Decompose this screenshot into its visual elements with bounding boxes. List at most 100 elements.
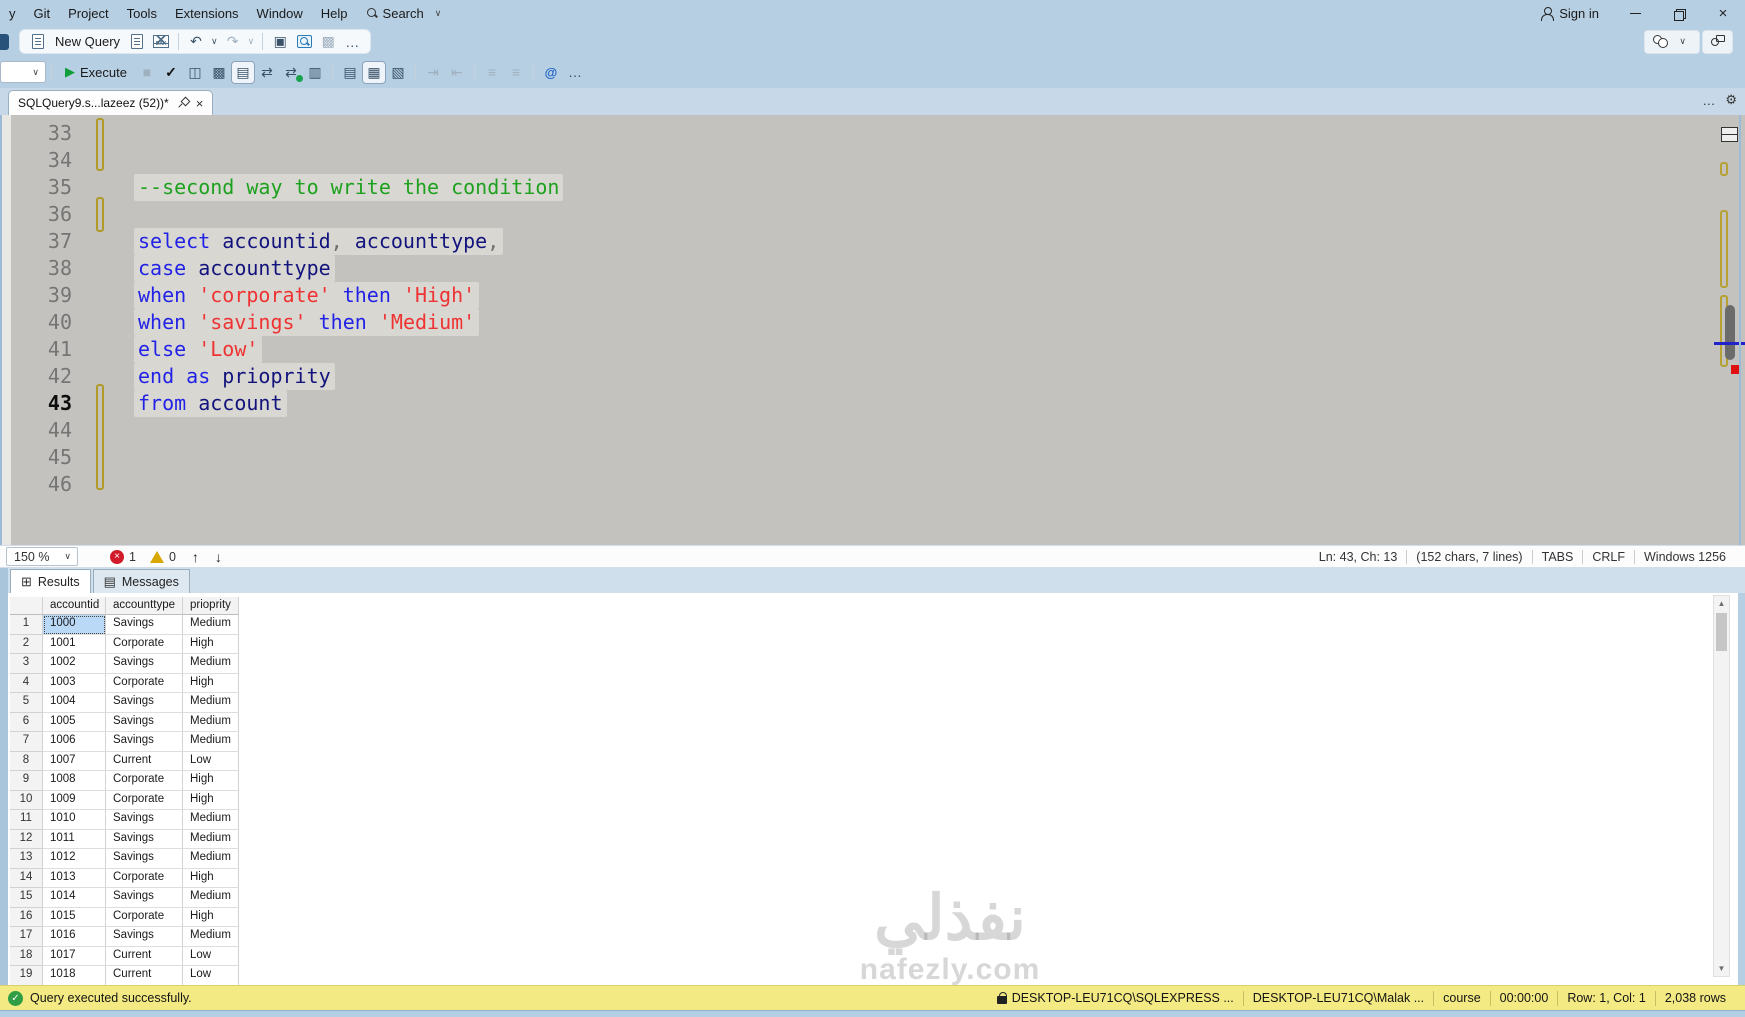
grid-cell[interactable]: 1004 <box>43 693 106 713</box>
row-number[interactable]: 3 <box>10 654 43 674</box>
grid-cell[interactable]: 1013 <box>43 868 106 888</box>
user-accounts-button[interactable]: ∨ <box>1644 29 1700 54</box>
pin-icon[interactable] <box>177 98 188 109</box>
editor-line[interactable]: 36 <box>2 201 1745 228</box>
tabbar-overflow-icon[interactable]: … <box>1702 93 1715 108</box>
grid-cell[interactable]: 1003 <box>43 673 106 693</box>
prev-issue-button[interactable]: ↑ <box>192 549 199 565</box>
grid-cell[interactable]: 1016 <box>43 927 106 947</box>
indent-button[interactable]: ⇥ <box>421 61 445 84</box>
grid-cell[interactable]: 1011 <box>43 829 106 849</box>
database-combobox[interactable]: ∨ <box>0 61 46 83</box>
editor-line[interactable]: 35 --second way to write the condition <box>2 174 1745 201</box>
grid-cell[interactable]: 1002 <box>43 654 106 674</box>
client-statistics-button[interactable]: ▥ <box>303 61 327 84</box>
grid-cell[interactable]: Savings <box>106 732 183 752</box>
grid-cell[interactable]: Medium <box>183 732 239 752</box>
editor-line[interactable]: 43 from account <box>2 390 1745 417</box>
row-number[interactable]: 2 <box>10 634 43 654</box>
menu-git[interactable]: Git <box>25 0 60 27</box>
editor-line[interactable]: 41 else 'Low' <box>2 336 1745 363</box>
specify-values-button[interactable]: ⇄ <box>255 61 279 84</box>
editor-line[interactable]: 42 end as prioprity <box>2 363 1745 390</box>
editor-line[interactable]: 33 <box>2 120 1745 147</box>
code-editor[interactable]: 33 34 35 --second way to write the conditio… <box>0 115 1745 545</box>
menu-tools[interactable]: Tools <box>118 0 166 27</box>
redo-button[interactable]: ↷ <box>221 30 245 53</box>
grid-cell[interactable]: Corporate <box>106 790 183 810</box>
grid-cell[interactable]: Savings <box>106 810 183 830</box>
editor-line[interactable]: 44 <box>2 417 1745 444</box>
results-pane-toggle[interactable]: ▤ <box>230 60 255 84</box>
column-header-prioprity[interactable]: prioprity <box>183 597 239 615</box>
menu-help[interactable]: Help <box>312 0 357 27</box>
grid-cell[interactable]: Savings <box>106 654 183 674</box>
row-number[interactable]: 6 <box>10 712 43 732</box>
editor-line[interactable]: 45 <box>2 444 1745 471</box>
next-issue-button[interactable]: ↓ <box>215 549 222 565</box>
gear-icon[interactable]: ⚙ <box>1725 92 1737 108</box>
grid-cell[interactable]: Current <box>106 751 183 771</box>
row-number[interactable]: 13 <box>10 849 43 869</box>
grid-cell[interactable]: Corporate <box>106 771 183 791</box>
minimize-button[interactable] <box>1613 0 1657 27</box>
grid-cell[interactable]: High <box>183 634 239 654</box>
grid-cell[interactable]: Medium <box>183 849 239 869</box>
grid-cell[interactable]: High <box>183 907 239 927</box>
query-tab[interactable]: SQLQuery9.s...lazeez (52))* × <box>8 90 214 115</box>
grid-cell[interactable]: Medium <box>183 654 239 674</box>
grid-cell[interactable]: Savings <box>106 712 183 732</box>
grid-cell[interactable]: 1001 <box>43 634 106 654</box>
cancel-query-button[interactable]: ■ <box>135 61 159 84</box>
error-counter[interactable]: × 1 <box>110 549 136 564</box>
uncomment-button[interactable]: ≡ <box>504 61 528 84</box>
grid-cell[interactable]: High <box>183 868 239 888</box>
grid-cell[interactable]: Savings <box>106 927 183 947</box>
grid-cell[interactable]: Corporate <box>106 907 183 927</box>
undo-dropdown[interactable]: ∨ <box>208 30 221 53</box>
row-number[interactable]: 4 <box>10 673 43 693</box>
editor-scrollbar-track[interactable] <box>1739 115 1741 545</box>
menu-y[interactable]: y <box>0 0 25 27</box>
undo-button[interactable]: ↶ <box>184 30 208 53</box>
activity-monitor-button[interactable]: ▣ <box>268 30 292 53</box>
row-number[interactable]: 15 <box>10 888 43 908</box>
column-header-accountid[interactable]: accountid <box>43 597 106 615</box>
new-query-label[interactable]: New Query <box>50 34 125 49</box>
tab-results[interactable]: ⊞ Results <box>10 569 91 593</box>
row-number[interactable]: 1 <box>10 615 43 635</box>
toolbar-overflow-button[interactable]: … <box>340 30 364 53</box>
grid-cell[interactable]: Low <box>183 946 239 966</box>
grid-cell[interactable]: Savings <box>106 829 183 849</box>
menu-project[interactable]: Project <box>59 0 117 27</box>
intellisense-button[interactable]: @ <box>539 61 563 84</box>
comment-button[interactable]: ≡ <box>480 61 504 84</box>
redo-dropdown[interactable]: ∨ <box>245 30 258 53</box>
row-number[interactable]: 9 <box>10 771 43 791</box>
row-number[interactable]: 19 <box>10 966 43 985</box>
editor-scrollbar-thumb[interactable] <box>1725 305 1735 360</box>
column-header-accounttype[interactable]: accounttype <box>106 597 183 615</box>
scroll-down-icon[interactable]: ▼ <box>1714 961 1729 976</box>
grid-cell[interactable]: Low <box>183 966 239 985</box>
row-number[interactable]: 7 <box>10 732 43 752</box>
grid-cell[interactable]: Medium <box>183 810 239 830</box>
new-query-button[interactable] <box>26 30 50 53</box>
row-number[interactable]: 11 <box>10 810 43 830</box>
menu-window[interactable]: Window <box>248 0 312 27</box>
showplan-button[interactable]: ◫ <box>183 61 207 84</box>
grid-cell[interactable]: 1018 <box>43 966 106 985</box>
editor-line[interactable]: 38 case accounttype <box>2 255 1745 282</box>
execute-button[interactable]: ▶ Execute <box>57 61 135 84</box>
editor-line[interactable]: 34 <box>2 147 1745 174</box>
row-number[interactable]: 10 <box>10 790 43 810</box>
grid-cell[interactable]: Current <box>106 966 183 985</box>
grid-corner-cell[interactable] <box>10 597 43 615</box>
row-number[interactable]: 12 <box>10 829 43 849</box>
tab-close-icon[interactable]: × <box>196 96 204 111</box>
row-number[interactable]: 8 <box>10 751 43 771</box>
editor-line[interactable]: 39 when 'corporate' then 'High' <box>2 282 1745 309</box>
row-number[interactable]: 18 <box>10 946 43 966</box>
results-to-grid-button[interactable]: ▦ <box>361 60 386 84</box>
search-box[interactable]: Search ∨ <box>357 6 458 21</box>
